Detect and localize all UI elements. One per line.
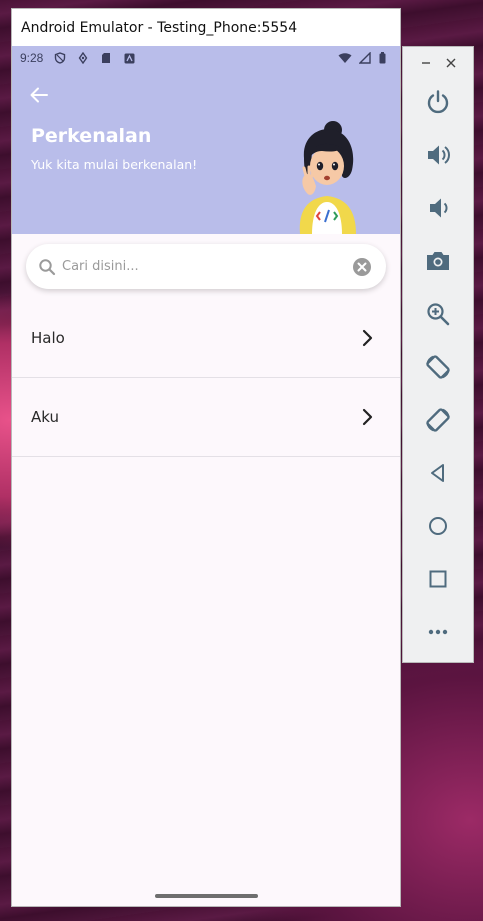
power-button[interactable]	[423, 87, 453, 117]
emulator-control-panel	[402, 46, 474, 663]
window-title-bar[interactable]: Android Emulator - Testing_Phone:5554	[12, 9, 400, 46]
power-icon	[427, 90, 449, 114]
list-item-label: Aku	[31, 408, 59, 426]
volume-down-icon	[430, 198, 448, 218]
zoom-button[interactable]	[423, 299, 453, 329]
rotate-left-icon	[426, 355, 450, 379]
phone-screen: 9:28 Perkenalan Yuk kita mulai berkenala…	[12, 46, 400, 906]
zoom-icon	[427, 303, 450, 326]
nav-back-button[interactable]	[423, 458, 453, 488]
sd-card-icon	[99, 52, 113, 64]
emulator-window: Android Emulator - Testing_Phone:5554 9:…	[11, 8, 401, 907]
close-button[interactable]	[443, 55, 459, 71]
signal-icon	[358, 52, 372, 64]
page-title: Perkenalan	[31, 125, 152, 147]
panel-window-controls	[403, 55, 473, 71]
shield-icon	[53, 52, 67, 64]
volume-down-button[interactable]	[423, 193, 453, 223]
minimize-button[interactable]	[418, 55, 434, 71]
minimize-icon	[421, 62, 430, 64]
search-input[interactable]	[62, 259, 352, 274]
battery-icon	[378, 52, 386, 64]
girl-mascot-illustration	[299, 121, 356, 234]
chevron-right-icon	[360, 408, 374, 426]
list-item-label: Halo	[31, 329, 65, 347]
volume-up-icon	[428, 145, 450, 165]
rotate-right-icon	[426, 408, 450, 432]
phrase-list: Halo Aku	[12, 299, 400, 457]
rotate-right-button[interactable]	[423, 405, 453, 435]
close-circle-icon	[353, 257, 371, 276]
search-bar[interactable]	[26, 244, 386, 289]
page-subtitle: Yuk kita mulai berkenalan!	[31, 157, 198, 172]
more-options-button[interactable]	[423, 617, 453, 647]
camera-icon	[427, 252, 449, 270]
nav-overview-button[interactable]	[423, 564, 453, 594]
notification-icon	[122, 52, 136, 64]
search-icon	[38, 258, 56, 276]
more-icon	[428, 629, 448, 635]
screenshot-button[interactable]	[423, 246, 453, 276]
wifi-icon	[338, 52, 352, 64]
gesture-home-indicator[interactable]	[155, 894, 258, 898]
list-item-halo[interactable]: Halo	[12, 299, 400, 378]
back-button[interactable]	[28, 84, 50, 106]
nav-home-button[interactable]	[423, 511, 453, 541]
overview-square-icon	[429, 570, 447, 588]
window-title: Android Emulator - Testing_Phone:5554	[21, 19, 298, 36]
home-circle-icon	[429, 517, 447, 535]
volume-up-button[interactable]	[423, 140, 453, 170]
header: 9:28 Perkenalan Yuk kita mulai berkenala…	[12, 46, 400, 234]
location-icon	[76, 52, 90, 64]
status-bar: 9:28	[20, 50, 386, 66]
status-time: 9:28	[20, 51, 44, 65]
back-triangle-icon	[431, 464, 444, 482]
rotate-left-button[interactable]	[423, 352, 453, 382]
close-icon	[446, 58, 455, 68]
chevron-right-icon	[360, 329, 374, 347]
clear-search-button[interactable]	[352, 257, 372, 277]
arrow-left-icon	[30, 87, 48, 103]
list-item-aku[interactable]: Aku	[12, 378, 400, 457]
